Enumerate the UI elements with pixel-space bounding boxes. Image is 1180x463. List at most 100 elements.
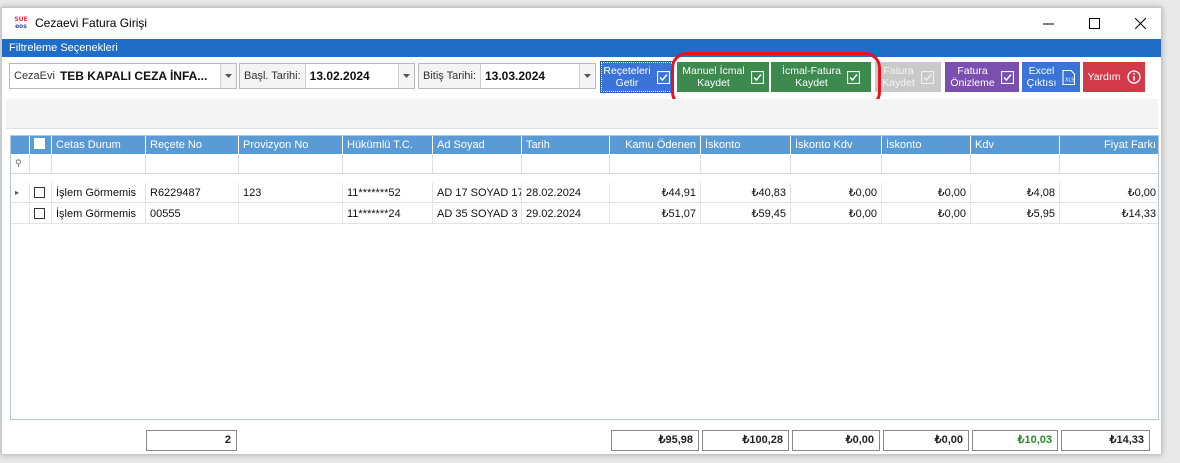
total-iskonto: ₺100,28 bbox=[702, 430, 789, 451]
cell-tarih[interactable]: 28.02.2024 bbox=[522, 183, 610, 202]
svg-text:XLS: XLS bbox=[1065, 77, 1074, 83]
col-header-cetas-durum[interactable]: Cetas Durum bbox=[52, 136, 146, 154]
filter-cell[interactable] bbox=[610, 154, 701, 173]
cell-iskonto[interactable]: ₺40,83 bbox=[701, 183, 791, 202]
maximize-button[interactable] bbox=[1071, 8, 1117, 38]
cezaevi-combo[interactable]: CezaEvi TEB KAPALI CEZA İNFA... bbox=[9, 63, 237, 89]
icmal-fatura-kaydet-button[interactable]: İcmal-Fatura Kaydet bbox=[771, 62, 871, 92]
cell-fiyat-farki[interactable]: ₺0,00 bbox=[1060, 183, 1158, 202]
cell-fiyat-farki[interactable]: ₺14,33 bbox=[1060, 204, 1158, 223]
row-indicator bbox=[11, 204, 30, 223]
filter-cell[interactable] bbox=[239, 154, 343, 173]
cell-iskonto[interactable]: ₺59,45 bbox=[701, 204, 791, 223]
excel-ciktisi-line1: Excel bbox=[1028, 65, 1055, 77]
select-all-checkbox[interactable] bbox=[34, 138, 45, 149]
cell-cetas-durum[interactable]: İşlem Görmemis bbox=[52, 204, 146, 223]
col-header-kdv[interactable]: Kdv bbox=[971, 136, 1060, 154]
col-header-ad-soyad[interactable]: Ad Soyad bbox=[433, 136, 522, 154]
maximize-icon bbox=[1088, 17, 1100, 29]
start-date-label: Başl. Tarihi: bbox=[240, 64, 306, 88]
filter-cell[interactable] bbox=[701, 154, 791, 173]
cell-iskonto-kdv[interactable]: ₺0,00 bbox=[791, 183, 882, 202]
end-date-label: Bitiş Tarihi: bbox=[419, 64, 481, 88]
app-window: SUE eos Cezaevi Fatura Girişi Filtreleme… bbox=[1, 7, 1162, 455]
filter-cell[interactable] bbox=[971, 154, 1060, 173]
filter-cell[interactable] bbox=[522, 154, 610, 173]
table-row[interactable]: İşlem Görmemis 00555 11*******24 AD 35 S… bbox=[11, 204, 1158, 224]
yardim-button[interactable]: Yardım bbox=[1083, 62, 1145, 92]
cell-iskonto-2[interactable]: ₺0,00 bbox=[882, 204, 971, 223]
cell-cetas-durum[interactable]: İşlem Görmemis bbox=[52, 183, 146, 202]
filter-cell[interactable] bbox=[791, 154, 882, 173]
total-fiyat-farki: ₺14,33 bbox=[1061, 430, 1150, 451]
end-date-picker[interactable]: Bitiş Tarihi: 13.03.2024 bbox=[418, 63, 596, 89]
cell-provizyon-no[interactable] bbox=[239, 204, 343, 223]
grid-header-row: Cetas Durum Reçete No Provizyon No Hüküm… bbox=[11, 136, 1158, 154]
chevron-down-icon[interactable] bbox=[579, 64, 595, 88]
prescription-grid: Cetas Durum Reçete No Provizyon No Hüküm… bbox=[10, 135, 1159, 420]
col-header-provizyon-no[interactable]: Provizyon No bbox=[239, 136, 343, 154]
col-header-tarih[interactable]: Tarih bbox=[522, 136, 610, 154]
cell-recete-no[interactable]: 00555 bbox=[146, 204, 239, 223]
filter-cell[interactable] bbox=[1060, 154, 1158, 173]
cell-ad-soyad[interactable]: AD 35 SOYAD 3 bbox=[433, 204, 522, 223]
filter-cell-select bbox=[30, 154, 52, 173]
filter-cell[interactable] bbox=[52, 154, 146, 173]
row-checkbox[interactable] bbox=[34, 208, 45, 219]
fatura-onizleme-button[interactable]: Fatura Önizleme bbox=[945, 62, 1019, 92]
auto-filter-row: ⚲ bbox=[11, 154, 1158, 174]
receteleri-getir-line2: Getir bbox=[615, 77, 639, 89]
receteleri-getir-button[interactable]: Reçeteleri Getir bbox=[600, 61, 673, 93]
table-row[interactable]: ▸ İşlem Görmemis R6229487 123 11*******5… bbox=[11, 183, 1158, 203]
close-icon bbox=[1134, 17, 1146, 29]
total-iskonto-2: ₺0,00 bbox=[883, 430, 969, 451]
manuel-icmal-kaydet-button[interactable]: Manuel İcmal Kaydet bbox=[677, 62, 769, 92]
cell-iskonto-2[interactable]: ₺0,00 bbox=[882, 183, 971, 202]
minimize-button[interactable] bbox=[1025, 8, 1071, 38]
yardim-label: Yardım bbox=[1087, 71, 1121, 83]
row-checkbox[interactable] bbox=[34, 187, 45, 198]
close-button[interactable] bbox=[1117, 8, 1163, 38]
col-header-hukumlu-tc[interactable]: Hükümlü T.C. bbox=[343, 136, 433, 154]
col-header-iskonto-kdv[interactable]: İskonto Kdv bbox=[791, 136, 882, 154]
filter-cell[interactable] bbox=[882, 154, 971, 173]
filter-cell[interactable] bbox=[433, 154, 522, 173]
icmal-fatura-line1: İcmal-Fatura bbox=[782, 65, 841, 77]
cell-ad-soyad[interactable]: AD 17 SOYAD 17 bbox=[433, 183, 522, 202]
grid-footer-totals: 2 ₺95,98 ₺100,28 ₺0,00 ₺0,00 ₺10,03 ₺14,… bbox=[10, 428, 1159, 456]
cell-kamu-odenen[interactable]: ₺44,91 bbox=[610, 183, 701, 202]
col-header-iskonto-2[interactable]: İskonto bbox=[882, 136, 971, 154]
cell-kdv[interactable]: ₺4,08 bbox=[971, 183, 1060, 202]
cell-kamu-odenen[interactable]: ₺51,07 bbox=[610, 204, 701, 223]
cell-iskonto-kdv[interactable]: ₺0,00 bbox=[791, 204, 882, 223]
filter-cell[interactable] bbox=[146, 154, 239, 173]
excel-file-icon: XLS bbox=[1062, 69, 1076, 85]
cell-tarih[interactable]: 29.02.2024 bbox=[522, 204, 610, 223]
excel-ciktisi-button[interactable]: Excel Çıktısı XLS bbox=[1022, 62, 1080, 92]
chevron-down-icon[interactable] bbox=[398, 64, 414, 88]
chevron-down-icon[interactable] bbox=[220, 64, 236, 88]
col-header-iskonto[interactable]: İskonto bbox=[701, 136, 791, 154]
excel-ciktisi-label: Excel Çıktısı bbox=[1027, 65, 1057, 89]
cell-hukumlu-tc[interactable]: 11*******24 bbox=[343, 204, 433, 223]
col-header-kamu-odenen[interactable]: Kamu Ödenen bbox=[610, 136, 701, 154]
fatura-kaydet-label: Fatura Kaydet bbox=[882, 65, 915, 89]
total-count: 2 bbox=[146, 430, 237, 451]
select-all-cell bbox=[30, 136, 52, 154]
cell-kdv[interactable]: ₺5,95 bbox=[971, 204, 1060, 223]
cell-recete-no[interactable]: R6229487 bbox=[146, 183, 239, 202]
filter-cell[interactable] bbox=[343, 154, 433, 173]
col-header-fiyat-farki[interactable]: Fiyat Farkı bbox=[1060, 136, 1158, 154]
cell-hukumlu-tc[interactable]: 11*******52 bbox=[343, 183, 433, 202]
start-date-picker[interactable]: Başl. Tarihi: 13.02.2024 bbox=[239, 63, 415, 89]
cell-provizyon-no[interactable]: 123 bbox=[239, 183, 343, 202]
row-indicator-header bbox=[11, 136, 30, 154]
start-date-value[interactable]: 13.02.2024 bbox=[306, 69, 398, 83]
col-header-recete-no[interactable]: Reçete No bbox=[146, 136, 239, 154]
fatura-kaydet-button[interactable]: Fatura Kaydet bbox=[875, 62, 941, 92]
info-icon bbox=[1126, 70, 1141, 84]
checkbox-check-icon bbox=[656, 70, 670, 84]
end-date-value[interactable]: 13.03.2024 bbox=[481, 69, 579, 83]
app-logo-top-text: SUE bbox=[14, 16, 28, 23]
icmal-fatura-line2: Kaydet bbox=[795, 77, 828, 89]
